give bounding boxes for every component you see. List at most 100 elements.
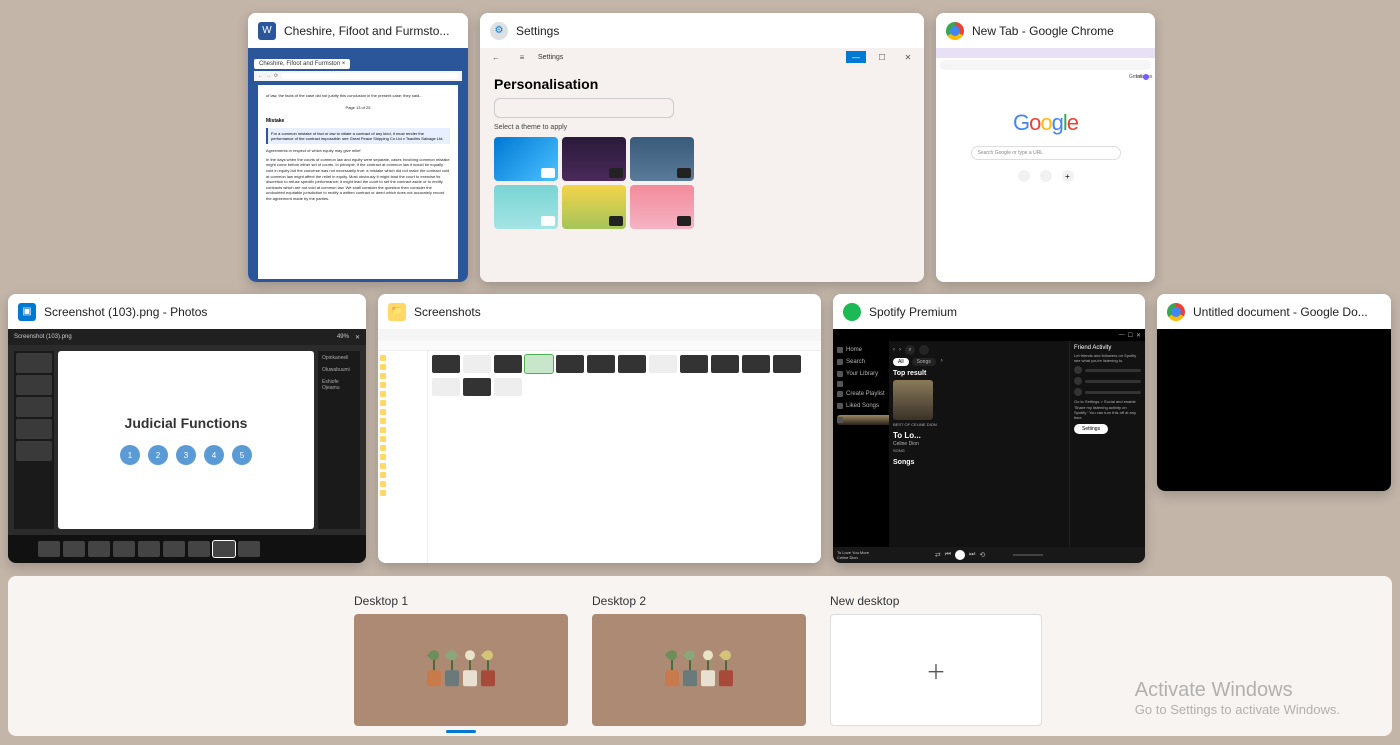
shortcut[interactable] xyxy=(1040,170,1052,182)
file-grid[interactable] xyxy=(428,351,821,563)
task-window-photos[interactable]: ▣ Screenshot (103).png - Photos Screensh… xyxy=(8,294,366,563)
photos-icon: ▣ xyxy=(18,303,36,321)
track-title[interactable]: To Lo... xyxy=(893,431,1065,440)
chrome-icon xyxy=(1167,303,1185,321)
artist-name[interactable]: Celine Dion xyxy=(893,441,1065,447)
current-theme-preview xyxy=(494,98,674,118)
window-thumbnail[interactable]: Screenshot (103).png 49% ✕ Judicial Func… xyxy=(8,329,366,563)
activate-windows-watermark: Activate Windows Go to Settings to activ… xyxy=(1135,679,1340,717)
now-playing-cover xyxy=(837,415,893,425)
filename-label: Screenshot (103).png xyxy=(14,334,72,340)
window-header: New Tab - Google Chrome xyxy=(936,13,1155,48)
album-cover[interactable] xyxy=(893,380,933,420)
task-window-word[interactable]: W Cheshire, Fifoot and Furmsto... Cheshi… xyxy=(248,13,468,282)
window-header: ▣ Screenshot (103).png - Photos xyxy=(8,294,366,329)
task-window-spotify[interactable]: Spotify Premium —☐✕ Home Search Your Lib… xyxy=(833,294,1145,563)
spotify-nav[interactable]: Home Search Your Library Create Playlist… xyxy=(833,341,889,547)
nav-tree[interactable] xyxy=(378,351,428,563)
window-header: W Cheshire, Fifoot and Furmsto... xyxy=(248,13,468,48)
new-desktop-button[interactable]: ＋ xyxy=(830,614,1042,726)
url-bar[interactable] xyxy=(940,60,1151,70)
settings-icon: ⚙ xyxy=(490,22,508,40)
player-bar[interactable]: To Love You More Celine Dion ⇄ ⏮ ⏭ ⟲ xyxy=(833,547,1145,563)
google-logo: Google xyxy=(936,110,1155,136)
menu-icon[interactable]: ≡ xyxy=(512,51,532,63)
settings-button[interactable]: Settings xyxy=(1074,424,1108,434)
window-thumbnail[interactable]: —☐✕ Home Search Your Library Create Play… xyxy=(833,329,1145,563)
window-title: Settings xyxy=(516,24,559,38)
repeat-icon[interactable]: ⟲ xyxy=(979,551,985,559)
maximize-icon[interactable]: ☐ xyxy=(1128,332,1133,339)
new-desktop[interactable]: New desktop ＋ xyxy=(830,594,1042,726)
window-title: Screenshot (103).png - Photos xyxy=(44,305,207,319)
desktop-1[interactable]: Desktop 1 xyxy=(354,594,568,726)
next-icon[interactable]: ⏭ xyxy=(969,551,975,559)
chrome-icon xyxy=(946,22,964,40)
highlight-quote: For a common mistake of fact or law to v… xyxy=(266,128,450,144)
shuffle-icon[interactable]: ⇄ xyxy=(935,551,941,559)
close-button[interactable]: ✕ xyxy=(898,51,918,63)
maximize-button[interactable]: ☐ xyxy=(872,51,892,63)
filter-pill[interactable]: All xyxy=(893,358,909,366)
item-kind: SONG xyxy=(893,448,1065,453)
window-title: Spotify Premium xyxy=(869,305,957,319)
search-icon[interactable]: ⌕ xyxy=(905,345,915,355)
page-heading: Personalisation xyxy=(494,76,910,92)
close-icon[interactable]: ✕ xyxy=(355,334,360,341)
filmstrip[interactable] xyxy=(8,535,366,563)
window-thumbnail[interactable]: Cheshire, Fifoot and Furmston × ←→⟳ of l… xyxy=(248,48,468,282)
avatar[interactable] xyxy=(919,345,929,355)
desktop-2[interactable]: Desktop 2 xyxy=(592,594,806,726)
word-icon: W xyxy=(258,22,276,40)
songs-heading: Songs xyxy=(893,459,1065,466)
gmail-link[interactable]: Gmail xyxy=(1129,74,1133,78)
play-button[interactable] xyxy=(955,550,965,560)
task-window-settings[interactable]: ⚙ Settings ← ≡ Settings — ☐ ✕ Personalis… xyxy=(480,13,924,282)
filter-pill[interactable]: Songs xyxy=(912,358,936,366)
zoom-label: 49% xyxy=(337,334,349,340)
forward-icon[interactable]: › xyxy=(899,347,901,353)
window-thumbnail[interactable]: Gmail Images Google Search Google or typ… xyxy=(936,48,1155,282)
spotify-icon xyxy=(843,303,861,321)
back-icon[interactable]: ‹ xyxy=(893,347,895,353)
window-header: 📁 Screenshots xyxy=(378,294,821,329)
theme-grid xyxy=(494,137,910,229)
window-thumbnail[interactable] xyxy=(1157,329,1391,491)
minimize-icon[interactable]: — xyxy=(1119,332,1125,338)
desktop-thumb[interactable] xyxy=(592,614,806,726)
volume-slider[interactable] xyxy=(1013,554,1043,556)
task-window-docs[interactable]: Untitled document - Google Do... xyxy=(1157,294,1391,491)
theme-option[interactable] xyxy=(494,185,558,229)
window-title: New Tab - Google Chrome xyxy=(972,24,1114,38)
prev-icon[interactable]: ⏮ xyxy=(945,551,951,559)
minimize-button[interactable]: — xyxy=(846,51,866,63)
add-shortcut[interactable]: + xyxy=(1062,170,1074,182)
folder-icon: 📁 xyxy=(388,303,406,321)
back-icon[interactable]: ← xyxy=(486,51,506,63)
theme-option[interactable] xyxy=(562,185,626,229)
cover-caption: BEST OF CELINE DION xyxy=(893,422,937,427)
breadcrumb: Settings xyxy=(538,54,563,61)
friend-activity-hint: Go to Settings > Social and enable 'Shar… xyxy=(1074,399,1141,420)
friend-activity-text: Let friends and followers on Spotify see… xyxy=(1074,353,1141,363)
task-window-explorer[interactable]: 📁 Screenshots xyxy=(378,294,821,563)
section-heading: Mistake xyxy=(266,118,450,124)
top-result-heading: Top result xyxy=(893,370,1065,377)
theme-option[interactable] xyxy=(630,185,694,229)
browser-tab: Cheshire, Fifoot and Furmston × xyxy=(254,59,350,69)
window-title: Cheshire, Fifoot and Furmsto... xyxy=(284,24,449,38)
desktop-thumb[interactable] xyxy=(354,614,568,726)
close-icon[interactable]: ✕ xyxy=(1136,332,1141,339)
task-window-chrome[interactable]: New Tab - Google Chrome Gmail Images Goo… xyxy=(936,13,1155,282)
theme-option[interactable] xyxy=(630,137,694,181)
theme-option[interactable] xyxy=(494,137,558,181)
window-thumbnail[interactable] xyxy=(378,329,821,563)
images-link[interactable]: Images xyxy=(1136,74,1140,78)
shortcut[interactable] xyxy=(1018,170,1030,182)
theme-option[interactable] xyxy=(562,137,626,181)
slide-title: Judicial Functions xyxy=(125,415,248,431)
window-thumbnail[interactable]: ← ≡ Settings — ☐ ✕ Personalisation Selec… xyxy=(480,48,924,282)
search-input[interactable]: Search Google or type a URL xyxy=(971,146,1121,160)
window-header: ⚙ Settings xyxy=(480,13,924,48)
avatar[interactable] xyxy=(1143,74,1149,80)
